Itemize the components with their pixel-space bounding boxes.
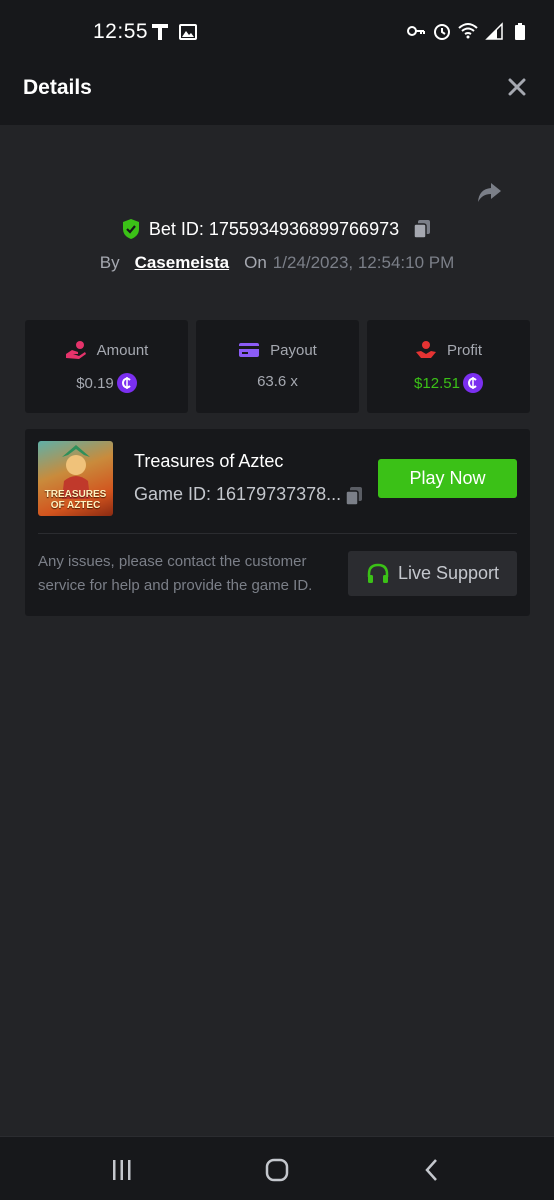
stat-profit: Profit $12.51	[367, 320, 530, 413]
bet-date: 1/24/2023, 12:54:10 PM	[272, 253, 455, 272]
image-icon	[179, 24, 197, 40]
bet-meta-row: By Casemeista On 1/24/2023, 12:54:10 PM	[0, 250, 554, 276]
stat-amount-label: Amount	[96, 341, 149, 359]
card-icon	[239, 343, 260, 357]
signal-icon	[485, 22, 503, 40]
profit-hand-icon	[415, 341, 436, 358]
system-nav-bar	[0, 1136, 554, 1200]
live-support-button[interactable]: Live Support	[348, 551, 517, 596]
thumbnail-title: TREASURES OF AZTEC	[44, 489, 107, 511]
bet-stats: Amount $0.19 Payout 63.6 x Profit $12.51	[25, 320, 530, 413]
details-header: Details	[0, 52, 554, 125]
copy-icon[interactable]	[411, 218, 433, 240]
coin-icon	[116, 373, 137, 393]
copy-icon[interactable]	[343, 485, 365, 507]
share-icon[interactable]	[474, 177, 504, 207]
divider	[38, 533, 517, 534]
on-label: On	[244, 253, 267, 272]
bet-id-row: Bet ID: 1755934936899766973	[0, 216, 554, 242]
game-thumbnail[interactable]: TREASURES OF AZTEC	[38, 441, 113, 516]
stat-payout-label: Payout	[270, 341, 317, 359]
key-icon	[407, 26, 425, 36]
stat-amount-value: $0.19	[76, 374, 114, 392]
help-text: Any issues, please contact the customer …	[38, 553, 313, 594]
alarm-icon	[434, 24, 450, 40]
by-label: By	[99, 253, 120, 272]
home-icon[interactable]	[264, 1157, 290, 1183]
back-icon[interactable]	[419, 1157, 445, 1183]
bet-id-text: Bet ID: 1755934936899766973	[148, 218, 400, 239]
status-time: 12:55	[93, 20, 149, 43]
stat-amount: Amount $0.19	[25, 320, 188, 413]
stat-profit-label: Profit	[446, 341, 482, 359]
hand-coin-icon	[65, 341, 86, 359]
stat-profit-value: $12.51	[414, 374, 460, 392]
t-icon	[152, 24, 168, 40]
status-left-icons	[150, 22, 198, 42]
stat-payout-value: 63.6 x	[257, 373, 298, 390]
recent-apps-icon[interactable]	[109, 1157, 135, 1183]
wifi-icon	[458, 23, 478, 39]
coin-icon	[462, 373, 483, 393]
live-support-label: Live Support	[397, 563, 500, 583]
status-bar: 12:55	[0, 0, 554, 52]
username-link[interactable]: Casemeista	[135, 253, 230, 273]
play-now-button[interactable]: Play Now	[378, 459, 517, 498]
game-name: Treasures of Aztec	[134, 451, 284, 471]
stat-payout: Payout 63.6 x	[196, 320, 359, 413]
shield-check-icon	[122, 219, 139, 239]
page-title: Details	[23, 76, 92, 99]
headphones-icon	[367, 563, 389, 583]
game-id: Game ID: 16179737378...	[134, 484, 342, 504]
status-right-icons	[406, 21, 530, 41]
close-icon[interactable]	[505, 75, 529, 99]
game-card: TREASURES OF AZTEC Treasures of Aztec Ga…	[25, 429, 530, 616]
battery-icon	[515, 23, 525, 40]
